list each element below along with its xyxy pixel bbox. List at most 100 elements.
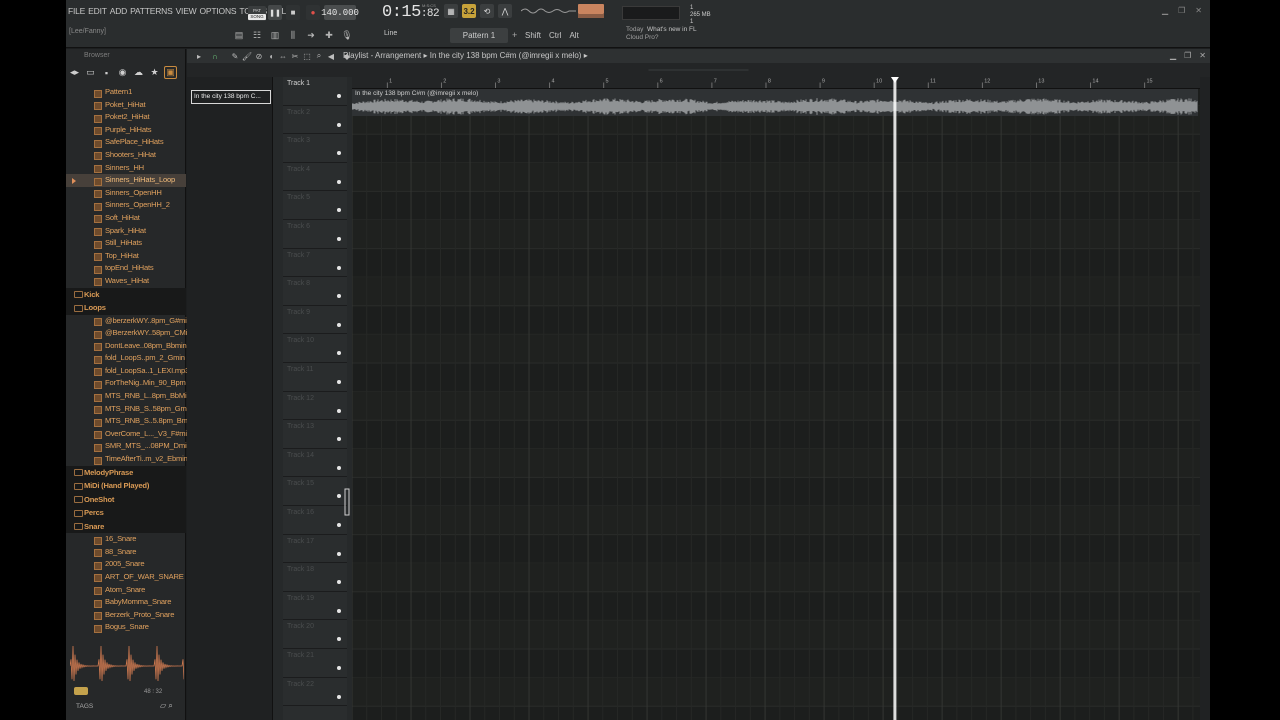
track-mute-led[interactable]: [337, 94, 341, 98]
modifier-shift[interactable]: Shift: [525, 31, 541, 40]
close-icon[interactable]: ✕: [1195, 6, 1202, 15]
browser-file[interactable]: 2005_Snare: [66, 558, 186, 571]
track-header[interactable]: Track 10: [283, 334, 347, 363]
track-mute-led[interactable]: [337, 494, 341, 499]
browser-file[interactable]: Sinners_OpenHH_2: [66, 199, 186, 212]
browser-file[interactable]: Spark_HiHat: [66, 225, 186, 238]
track-header[interactable]: Track 21: [283, 649, 347, 678]
track-header[interactable]: Track 20: [283, 620, 347, 649]
speaker-icon[interactable]: ◀: [325, 50, 337, 62]
menu-view[interactable]: VIEW: [176, 6, 197, 16]
track-mute-led[interactable]: [337, 208, 341, 213]
channel-rack-icon[interactable]: ☷: [250, 28, 264, 42]
pattern-clip-source[interactable]: In the city 138 bpm C...: [191, 90, 271, 104]
track-header[interactable]: Track 1: [283, 77, 347, 106]
record-button[interactable]: ●: [306, 5, 320, 20]
add-pattern-icon[interactable]: +: [512, 30, 517, 40]
browser-file[interactable]: @berzerkWY..8pm_G#min: [66, 315, 191, 328]
vertical-scrollbar[interactable]: [1200, 77, 1210, 720]
browser-file[interactable]: Shooters_HiHat: [66, 149, 186, 162]
browser-file[interactable]: 88_Snare: [66, 546, 186, 559]
browser-file[interactable]: 16_Snare: [66, 533, 186, 546]
browser-file[interactable]: Purple_HiHats: [66, 124, 186, 137]
browser-folder[interactable]: Loops: [66, 301, 186, 315]
loop-record-icon[interactable]: ⟲: [480, 4, 494, 18]
track-mute-led[interactable]: [337, 551, 341, 556]
playlist-restore-icon[interactable]: ❐: [1184, 51, 1191, 60]
arrangement-grid[interactable]: [352, 77, 1200, 720]
magnet-icon[interactable]: ∩: [209, 50, 221, 62]
browser-folder[interactable]: Percs: [66, 506, 186, 520]
browser-folder[interactable]: Kick: [66, 287, 186, 301]
browser-file[interactable]: fold_LoopSa..1_LEXI.mp3: [66, 365, 189, 378]
browser-file[interactable]: ForTheNig..Min_90_Bpm: [66, 377, 186, 390]
playlist-window-icon[interactable]: ▤: [232, 28, 246, 42]
track-header[interactable]: Track 6: [283, 220, 347, 249]
browser-file[interactable]: Poket2_HiHat: [66, 111, 186, 124]
track-mute-led[interactable]: [337, 437, 341, 442]
track-mute-led[interactable]: [337, 580, 341, 585]
track-mute-led[interactable]: [337, 151, 341, 156]
pencil-icon[interactable]: ✎: [229, 50, 241, 62]
folder-icon[interactable]: ▱: [160, 701, 166, 710]
track-header[interactable]: Track 11: [283, 363, 347, 392]
minimize-icon[interactable]: ▁: [1162, 6, 1168, 15]
playlist-breadcrumb[interactable]: In the city 138 bpm C#m (@imregii x melo…: [430, 51, 582, 60]
timeline-ruler[interactable]: 1 2 3 4 5 6 7 8 9 10 11 12 13 14 15: [352, 77, 1200, 89]
plugin-picker-icon[interactable]: ✚: [322, 28, 336, 42]
track-header[interactable]: Track 19: [283, 592, 347, 621]
browser-file[interactable]: topEnd_HiHats: [66, 262, 186, 275]
track-header[interactable]: Track 7: [283, 249, 347, 278]
metronome-icon[interactable]: ▦: [444, 4, 458, 18]
slip-tool-icon[interactable]: ⇔: [277, 50, 289, 62]
track-header[interactable]: Track 3: [283, 134, 347, 163]
paint-brush-icon[interactable]: 🖌: [241, 50, 253, 62]
browser-file[interactable]: ART_OF_WAR_SNARE: [66, 571, 186, 584]
pattern-selector[interactable]: Pattern 1: [450, 28, 508, 43]
browser-file[interactable]: SafePlace_HiHats: [66, 136, 186, 149]
browser-folder[interactable]: OneShot: [66, 492, 186, 507]
browser-file[interactable]: Waves_HiHat: [66, 275, 186, 288]
zoom-tool-icon[interactable]: ⌕: [313, 50, 325, 62]
track-mute-led[interactable]: [337, 322, 341, 327]
sample-preview-waveform[interactable]: [70, 643, 184, 689]
track-mute-led[interactable]: [337, 294, 341, 299]
plug-icon[interactable]: ▪: [100, 66, 113, 79]
document-icon[interactable]: ▭: [84, 66, 97, 79]
track-header[interactable]: Track 18: [283, 563, 347, 592]
track-mute-led[interactable]: [337, 408, 341, 413]
track-mute-led[interactable]: [337, 122, 341, 127]
tempo-display[interactable]: 140.000: [321, 5, 359, 20]
browser-file[interactable]: TimeAfterTi..m_v2_Ebmin: [66, 453, 188, 466]
track-mute-led[interactable]: [337, 694, 341, 699]
pat-song-toggle[interactable]: PAT SONG: [248, 6, 266, 21]
browser-file[interactable]: Berzerk_Proto_Snare: [66, 609, 186, 622]
browser-file[interactable]: Pattern1: [66, 86, 186, 99]
menu-add[interactable]: ADD: [110, 6, 128, 16]
browser-folder[interactable]: MelodyPhrase: [66, 465, 186, 480]
browser-folder[interactable]: MiDi (Hand Played): [66, 479, 186, 493]
track-mute-led[interactable]: [337, 179, 341, 184]
track-header[interactable]: Track 13: [283, 420, 347, 449]
snap-value-button[interactable]: 3.2: [462, 4, 476, 18]
browser-file[interactable]: OverCome_L..._V3_F#min: [66, 428, 191, 441]
audio-clip[interactable]: In the city 138 bpm C#m (@imregii x melo…: [352, 89, 1198, 116]
microphone-icon[interactable]: 🎙: [340, 28, 354, 42]
browser-file[interactable]: Soft_HiHat: [66, 212, 186, 225]
mute-tool-icon[interactable]: ◖: [265, 50, 277, 62]
arrow-right-icon[interactable]: ➜: [304, 28, 318, 42]
track-mute-led[interactable]: [337, 637, 341, 642]
folder-view-icon[interactable]: ▣: [164, 66, 177, 79]
browser-file[interactable]: BabyMomma_Snare: [66, 596, 186, 609]
select-tool-icon[interactable]: ⬚: [301, 50, 313, 62]
track-header[interactable]: Track 16: [283, 506, 347, 535]
playlist-overview-bar[interactable]: [187, 63, 1210, 77]
browser-file[interactable]: Top_HiHat: [66, 250, 186, 263]
star-icon[interactable]: ★: [148, 66, 161, 79]
mixer-icon[interactable]: ⫼: [286, 28, 300, 42]
track-mute-led[interactable]: [337, 608, 341, 613]
browser-file[interactable]: Sinners_OpenHH: [66, 187, 186, 200]
target-icon[interactable]: ◉: [116, 66, 129, 79]
cloud-icon[interactable]: ☁: [132, 66, 145, 79]
playlist-close-icon[interactable]: ✕: [1199, 51, 1206, 60]
